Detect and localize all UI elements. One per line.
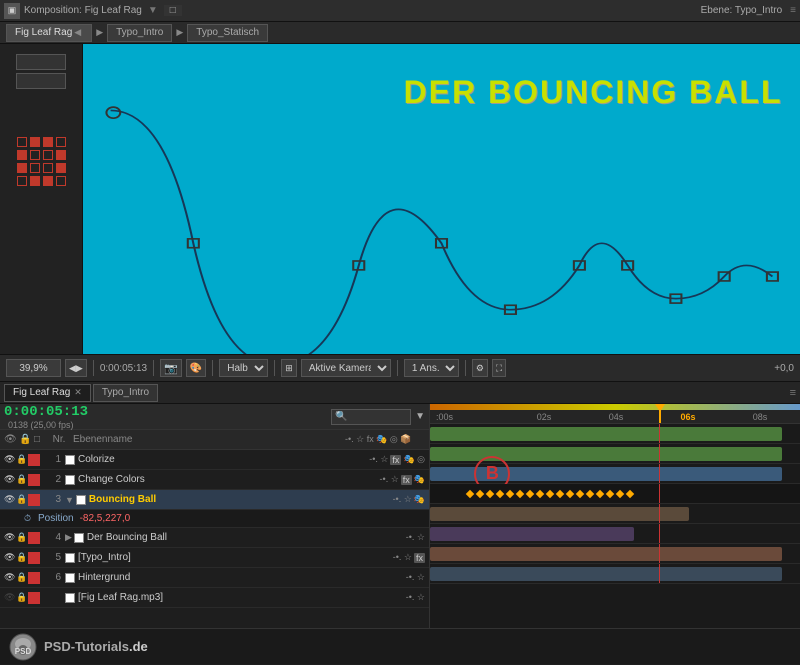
timeline-tabs: Fig Leaf Rag ✕ Typo_Intro ≡ xyxy=(0,382,800,404)
ball-path-svg xyxy=(83,44,800,354)
time-display: 0:00:05:13 xyxy=(100,363,147,374)
timeline-time[interactable]: 0:00:05:13 xyxy=(4,404,88,420)
layer-columns: 👁 🔒 □ Nr. Ebenenname -•. ☆ fx 🎭 ◎ 📦 xyxy=(0,430,429,450)
logo-text: PSD-Tutorials.de xyxy=(44,639,148,654)
tab-typo-statisch[interactable]: Typo_Statisch xyxy=(187,24,268,42)
logo-bar: PSD PSD-Tutorials.de xyxy=(0,628,800,664)
main-area: DER BOUNCING BALL xyxy=(0,44,800,354)
table-row[interactable]: 👁 🔒 2 Change Colors -•. ☆ fx 🎭 xyxy=(0,470,429,490)
fps-display: 0138 (25,00 fps) xyxy=(8,420,88,430)
layer-search[interactable] xyxy=(331,409,411,425)
logo-icon: PSD xyxy=(8,632,38,662)
tab-typo-intro[interactable]: Typo_Intro xyxy=(107,24,172,42)
table-row[interactable]: 👁 🔒 [Fig Leaf Rag.mp3] -•. ☆ xyxy=(0,588,429,608)
track-ruler: :00s 02s 04s 06s 08s xyxy=(430,404,800,424)
track-row: B xyxy=(430,464,800,484)
zoom-btn[interactable]: 39,9% xyxy=(6,359,61,377)
track-row xyxy=(430,564,800,584)
view-select[interactable]: Aktive Kamera xyxy=(301,359,391,377)
quality-select[interactable]: Halb xyxy=(219,359,268,377)
layer-list: 👁 🔒 1 Colorize -•. ☆ fx 🎭 ◎ 👁 🔒 xyxy=(0,450,429,608)
comp-tab-bar: Fig Leaf Rag ◀ ▶ Typo_Intro ▶ Typo_Stati… xyxy=(0,22,800,44)
layer-header: 0:00:05:13 0138 (25,00 fps) ▼ xyxy=(0,404,429,430)
comp-label: Komposition: Fig Leaf Rag xyxy=(24,5,142,16)
grid-btn[interactable]: ⊞ xyxy=(281,359,297,377)
preview-toolbar: 39,9% ◀▶ 0:00:05:13 📷 🎨 Halb ⊞ Aktive Ka… xyxy=(0,354,800,382)
track-row xyxy=(430,524,800,544)
svg-text:PSD: PSD xyxy=(15,647,32,656)
color-pick-btn[interactable]: 🎨 xyxy=(186,359,206,377)
col-nr: Nr. xyxy=(49,434,69,445)
search-dropdown[interactable]: ▼ xyxy=(415,411,425,422)
track-row xyxy=(430,484,800,504)
timeline-tab-fig-leaf-rag[interactable]: Fig Leaf Rag ✕ xyxy=(4,384,91,402)
table-row[interactable]: 👁 🔒 5 [Typo_Intro] -•. ☆ fx xyxy=(0,548,429,568)
timeline-tab-typo-intro[interactable]: Typo_Intro xyxy=(93,384,158,402)
layer-panel: 0:00:05:13 0138 (25,00 fps) ▼ 👁 🔒 □ Nr. … xyxy=(0,404,430,628)
timeline-area: Fig Leaf Rag ✕ Typo_Intro ≡ 0:00:05:13 0… xyxy=(0,382,800,628)
keyframe-grid xyxy=(17,137,66,186)
table-row[interactable]: 👁 🔒 6 Hintergrund -•. ☆ xyxy=(0,568,429,588)
table-row[interactable]: 👁 🔒 4 ▶ Der Bouncing Ball -•. ☆ xyxy=(0,528,429,548)
layer-label: Ebene: Typo_Intro xyxy=(701,5,783,16)
fit-btn[interactable]: ◀▶ xyxy=(65,359,87,377)
app-icon: ▣ xyxy=(4,3,20,19)
track-row xyxy=(430,544,800,564)
track-rows: B xyxy=(430,424,800,584)
track-row xyxy=(430,424,800,444)
render-btn[interactable]: ⚙ xyxy=(472,359,488,377)
fullscreen-btn[interactable]: ⛶ xyxy=(492,359,506,377)
col-name: Ebenenname xyxy=(73,434,345,445)
expand-arrow[interactable]: ▼ xyxy=(65,495,74,505)
list-item: ⏱ Position -82,5,227,0 xyxy=(0,510,429,528)
table-row[interactable]: 👁 🔒 3 ▼ Bouncing Ball -•. ☆ 🎭 xyxy=(0,490,429,510)
timeline-content: 0:00:05:13 0138 (25,00 fps) ▼ 👁 🔒 □ Nr. … xyxy=(0,404,800,628)
track-row xyxy=(430,504,800,524)
playhead[interactable] xyxy=(659,404,661,423)
track-panel: :00s 02s 04s 06s 08s xyxy=(430,404,800,628)
preview-canvas: DER BOUNCING BALL xyxy=(83,44,800,354)
top-bar: ▣ Komposition: Fig Leaf Rag ▼ □ Ebene: T… xyxy=(0,0,800,22)
tab-fig-leaf-rag[interactable]: Fig Leaf Rag ◀ xyxy=(6,24,92,42)
table-row[interactable]: 👁 🔒 1 Colorize -•. ☆ fx 🎭 ◎ xyxy=(0,450,429,470)
camera-icon[interactable]: 📷 xyxy=(160,359,182,377)
timeline-menu[interactable]: ≡ xyxy=(790,387,796,399)
resolution-select[interactable]: 1 Ans... xyxy=(404,359,459,377)
left-panel xyxy=(0,44,83,354)
